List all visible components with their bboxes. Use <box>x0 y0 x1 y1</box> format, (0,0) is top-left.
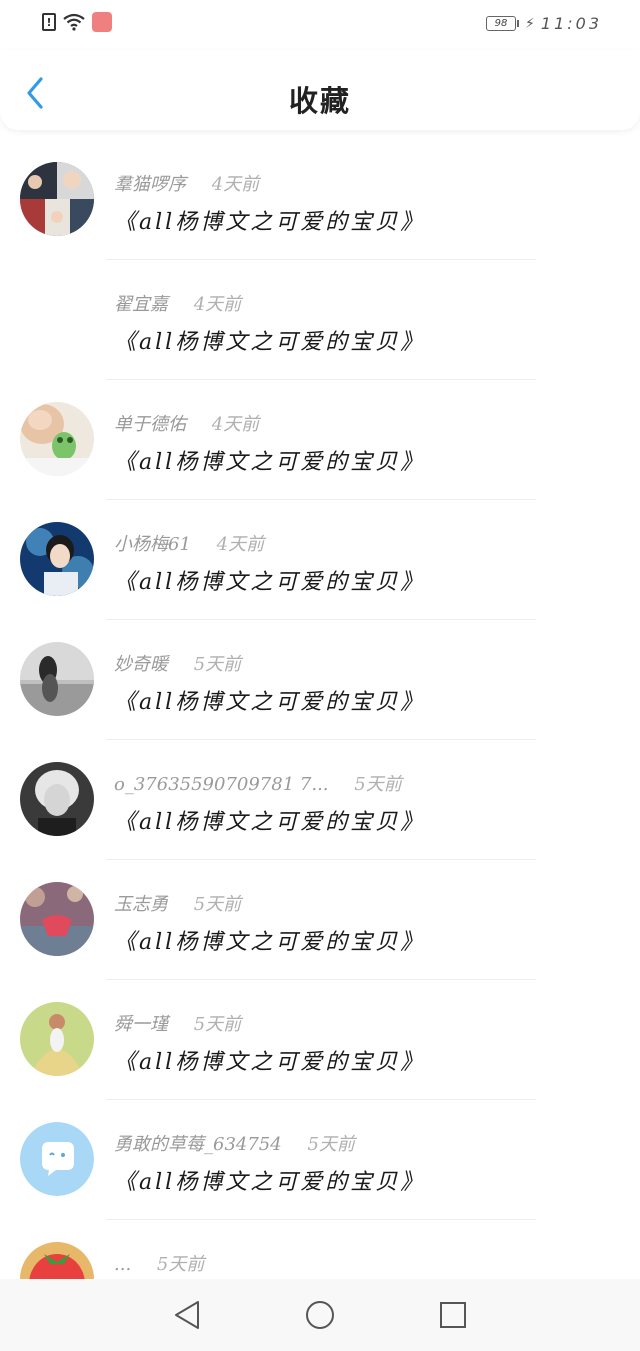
story-title[interactable]: 《all杨博文之可爱的宝贝》 <box>114 1044 425 1076</box>
timestamp: 4天前 <box>193 294 242 315</box>
item-meta: o_37635590709781 7... 5天前 <box>114 770 402 796</box>
avatar[interactable] <box>20 522 94 596</box>
avatar[interactable] <box>20 882 94 956</box>
story-title[interactable]: 《all杨博文之可爱的宝贝》 <box>114 444 425 476</box>
list-item[interactable]: 勇敢的草莓_634754 5天前 《all杨博文之可爱的宝贝》 <box>0 1100 640 1220</box>
story-title[interactable]: 《all杨博文之可爱的宝贝》 <box>114 804 425 836</box>
nav-home-button[interactable] <box>300 1295 340 1335</box>
list-item[interactable]: 妙奇暖 5天前 《all杨博文之可爱的宝贝》 <box>0 620 640 740</box>
timestamp: 4天前 <box>216 534 265 555</box>
username[interactable]: 翟宜嘉 <box>114 294 168 315</box>
battery-level: 98 <box>486 16 517 31</box>
list-item[interactable]: 翟宜嘉 4天前 《all杨博文之可爱的宝贝》 <box>0 260 640 380</box>
page-title: 收藏 <box>288 84 351 118</box>
list-item[interactable]: 单于德佑 4天前 《all杨博文之可爱的宝贝》 <box>0 380 640 500</box>
username[interactable]: 勇敢的草莓_634754 <box>114 1134 282 1155</box>
timestamp: 5天前 <box>354 774 402 795</box>
username[interactable]: 羣猫啰序 <box>114 174 186 195</box>
timestamp: 5天前 <box>193 654 242 675</box>
story-title[interactable]: 《all杨博文之可爱的宝贝》 <box>114 324 425 356</box>
list-item[interactable]: 玉志勇 5天前 《all杨博文之可爱的宝贝》 <box>0 860 640 980</box>
battery-icon: 98 <box>486 16 520 31</box>
wifi-icon <box>62 13 86 31</box>
triangle-back-icon <box>174 1301 199 1329</box>
avatar[interactable] <box>20 402 94 476</box>
clock-time: 11:03 <box>540 14 602 33</box>
username[interactable]: 妙奇暖 <box>114 654 168 675</box>
username[interactable]: 小杨梅61 <box>114 534 191 555</box>
item-meta: 妙奇暖 5天前 <box>114 650 241 676</box>
item-meta: 翟宜嘉 4天前 <box>114 290 241 316</box>
header: 收藏 <box>0 50 640 130</box>
circle-home-icon <box>305 1301 334 1329</box>
timestamp: 4天前 <box>211 414 260 435</box>
list-item[interactable]: 羣猫啰序 4天前 《all杨博文之可爱的宝贝》 <box>0 140 640 260</box>
avatar[interactable] <box>20 1122 94 1196</box>
avatar[interactable] <box>20 162 94 236</box>
list-item[interactable]: 小杨梅61 4天前 《all杨博文之可爱的宝贝》 <box>0 500 640 620</box>
avatar[interactable] <box>20 762 94 836</box>
item-meta: 舜一瑾 5天前 <box>114 1010 241 1036</box>
item-meta: 羣猫啰序 4天前 <box>114 170 259 196</box>
square-recents-icon <box>440 1302 467 1328</box>
list-item[interactable]: 舜一瑾 5天前 《all杨博文之可爱的宝贝》 <box>0 980 640 1100</box>
favorites-list: 羣猫啰序 4天前 《all杨博文之可爱的宝贝》 翟宜嘉 4天前 《all杨博文之… <box>0 140 640 1340</box>
list-item[interactable]: o_37635590709781 7... 5天前 《all杨博文之可爱的宝贝》 <box>0 740 640 860</box>
username[interactable]: ... <box>114 1254 131 1275</box>
timestamp: 4天前 <box>211 174 260 195</box>
item-meta: ... 5天前 <box>114 1250 204 1276</box>
timestamp: 5天前 <box>193 894 242 915</box>
story-title[interactable]: 《all杨博文之可爱的宝贝》 <box>114 684 425 716</box>
avatar[interactable] <box>20 1002 94 1076</box>
system-nav-bar <box>0 1279 640 1351</box>
nav-recents-button[interactable] <box>433 1295 473 1335</box>
nav-back-button[interactable] <box>167 1295 207 1335</box>
item-meta: 勇敢的草莓_634754 5天前 <box>114 1130 355 1156</box>
item-meta: 小杨梅61 4天前 <box>114 530 264 556</box>
avatar[interactable] <box>20 642 94 716</box>
status-bar: ! 98 ⚡ 11:03 <box>0 0 640 50</box>
app-notification-icon <box>92 12 112 32</box>
sim-alert-icon: ! <box>42 13 56 31</box>
status-left-icons: ! <box>42 12 112 32</box>
username[interactable]: 单于德佑 <box>114 414 186 435</box>
story-title[interactable]: 《all杨博文之可爱的宝贝》 <box>114 204 425 236</box>
story-title[interactable]: 《all杨博文之可爱的宝贝》 <box>114 564 425 596</box>
username[interactable]: 玉志勇 <box>114 894 168 915</box>
item-meta: 玉志勇 5天前 <box>114 890 241 916</box>
charging-icon: ⚡ <box>525 15 535 32</box>
status-right-icons: 98 ⚡ 11:03 <box>486 14 602 33</box>
item-meta: 单于德佑 4天前 <box>114 410 259 436</box>
timestamp: 5天前 <box>156 1254 205 1275</box>
timestamp: 5天前 <box>193 1014 242 1035</box>
username[interactable]: 舜一瑾 <box>114 1014 168 1035</box>
username[interactable]: o_37635590709781 7... <box>114 774 329 795</box>
timestamp: 5天前 <box>307 1134 355 1155</box>
story-title[interactable]: 《all杨博文之可爱的宝贝》 <box>114 1164 425 1196</box>
story-title[interactable]: 《all杨博文之可爱的宝贝》 <box>114 924 425 956</box>
